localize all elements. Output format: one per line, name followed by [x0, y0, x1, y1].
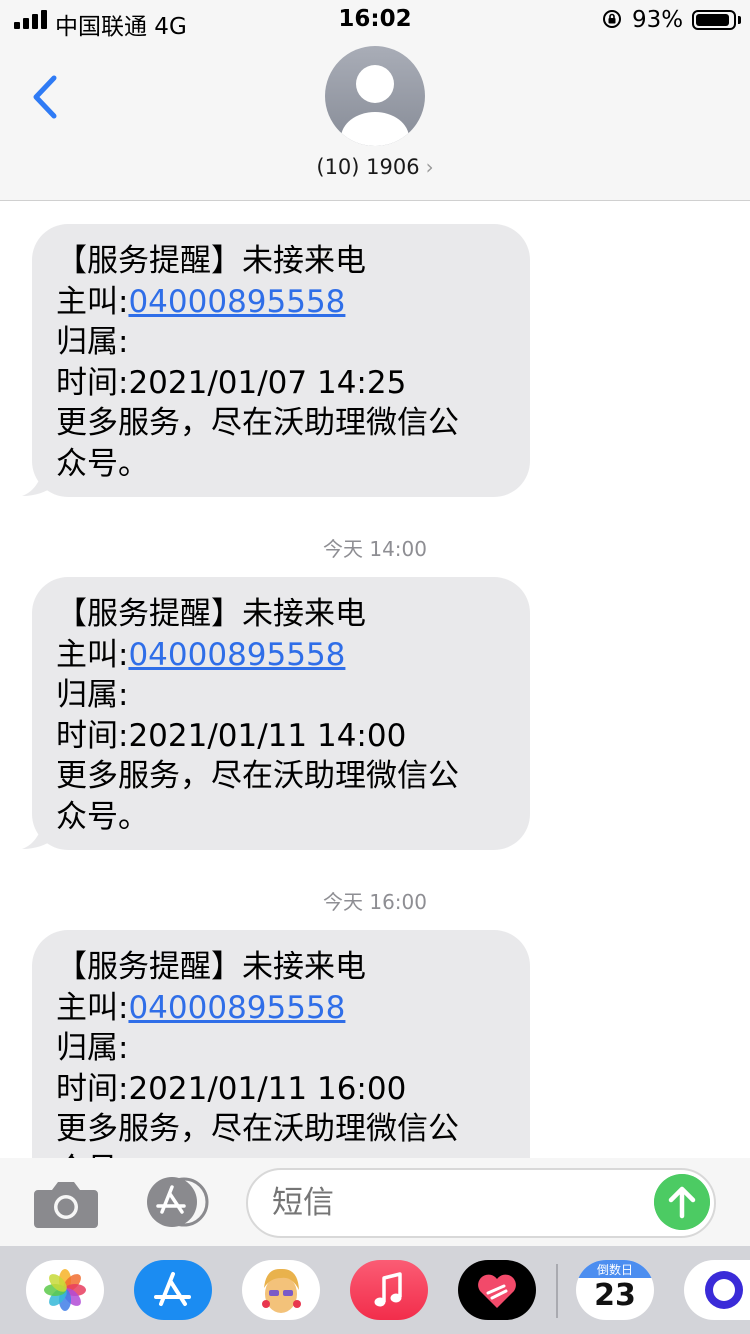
battery-percent: 93% — [632, 7, 684, 33]
caller-label: 主叫: — [56, 989, 129, 1026]
photos-icon[interactable] — [26, 1260, 104, 1320]
message-time-line: 时间:2021/01/11 16:00 — [56, 1070, 407, 1107]
message-input[interactable] — [246, 1168, 716, 1238]
drawer-divider — [556, 1264, 558, 1318]
message-bubble[interactable]: 【服务提醒】未接来电 主叫:04000895558 归属: 时间:2021/01… — [32, 930, 530, 1158]
message-time-line: 时间:2021/01/11 14:00 — [56, 717, 407, 754]
message-timestamp: 今天 16:00 — [323, 890, 427, 914]
compose-bar — [0, 1158, 750, 1246]
battery-cap — [738, 16, 741, 24]
back-button[interactable] — [28, 70, 68, 124]
caller-label: 主叫: — [56, 636, 129, 673]
battery-icon — [692, 10, 736, 30]
contact-name: (10) 1906 — [316, 155, 420, 179]
caller-label: 主叫: — [56, 283, 129, 320]
message-list[interactable]: 【服务提醒】未接来电 主叫:04000895558 归属: 时间:2021/01… — [0, 200, 750, 1158]
message-footer-line: 更多服务，尽在沃助理微信公 — [56, 758, 459, 794]
message-belong-line: 归属: — [56, 677, 129, 713]
heart-app-icon[interactable] — [458, 1260, 536, 1320]
battery-level — [696, 14, 729, 26]
message-footer-line: 众号。 — [56, 445, 149, 482]
send-button[interactable] — [654, 1174, 710, 1230]
app-store-icon[interactable] — [134, 1260, 212, 1320]
message-footer-line: 众号。 — [56, 798, 149, 835]
person-icon — [341, 65, 409, 146]
message-timestamp: 今天 14:00 — [323, 537, 427, 561]
app-drawer: 倒数日 23 — [0, 1246, 750, 1334]
message-footer-line: 众号。 — [56, 1150, 508, 1159]
countdown-label: 倒数日 — [596, 1263, 633, 1277]
message-title: 【服务提醒】未接来电 — [56, 243, 366, 279]
message-caller-line: 主叫:04000895558 — [56, 282, 508, 323]
countdown-calendar-icon[interactable]: 倒数日 23 — [576, 1260, 654, 1320]
camera-icon[interactable] — [34, 1178, 98, 1230]
message-caller-line: 主叫:04000895558 — [56, 988, 508, 1029]
message-title: 【服务提醒】未接来电 — [56, 596, 366, 632]
message-bubble[interactable]: 【服务提醒】未接来电 主叫:04000895558 归属: 时间:2021/01… — [32, 577, 530, 850]
contact-avatar[interactable] — [325, 46, 425, 146]
music-icon[interactable] — [350, 1260, 428, 1320]
message-title: 【服务提醒】未接来电 — [56, 949, 366, 985]
chevron-right-icon: › — [425, 155, 434, 179]
status-bar: 中国联通 4G 16:02 93% — [0, 0, 750, 40]
countdown-day: 23 — [594, 1278, 636, 1313]
phone-number-link[interactable]: 04000895558 — [128, 284, 345, 320]
message-time-line: 时间:2021/01/07 14:25 — [56, 364, 407, 401]
message-belong-line: 归属: — [56, 1030, 129, 1066]
app-store-button[interactable] — [140, 1176, 212, 1228]
message-belong-line: 归属: — [56, 324, 129, 360]
orientation-lock-icon — [603, 10, 621, 28]
message-footer-line: 更多服务，尽在沃助理微信公 — [56, 1111, 459, 1147]
conversation-header: 中国联通 4G 16:02 93% (10) 1906 › — [0, 0, 750, 201]
message-caller-line: 主叫:04000895558 — [56, 635, 508, 676]
message-bubble[interactable]: 【服务提醒】未接来电 主叫:04000895558 归属: 时间:2021/01… — [32, 224, 530, 497]
phone-number-link[interactable]: 04000895558 — [128, 637, 345, 673]
message-footer-line: 更多服务，尽在沃助理微信公 — [56, 405, 459, 441]
circle-app-icon[interactable] — [684, 1260, 750, 1320]
phone-number-link[interactable]: 04000895558 — [128, 990, 345, 1026]
contact-name-button[interactable]: (10) 1906 › — [0, 155, 750, 179]
memoji-icon[interactable] — [242, 1260, 320, 1320]
